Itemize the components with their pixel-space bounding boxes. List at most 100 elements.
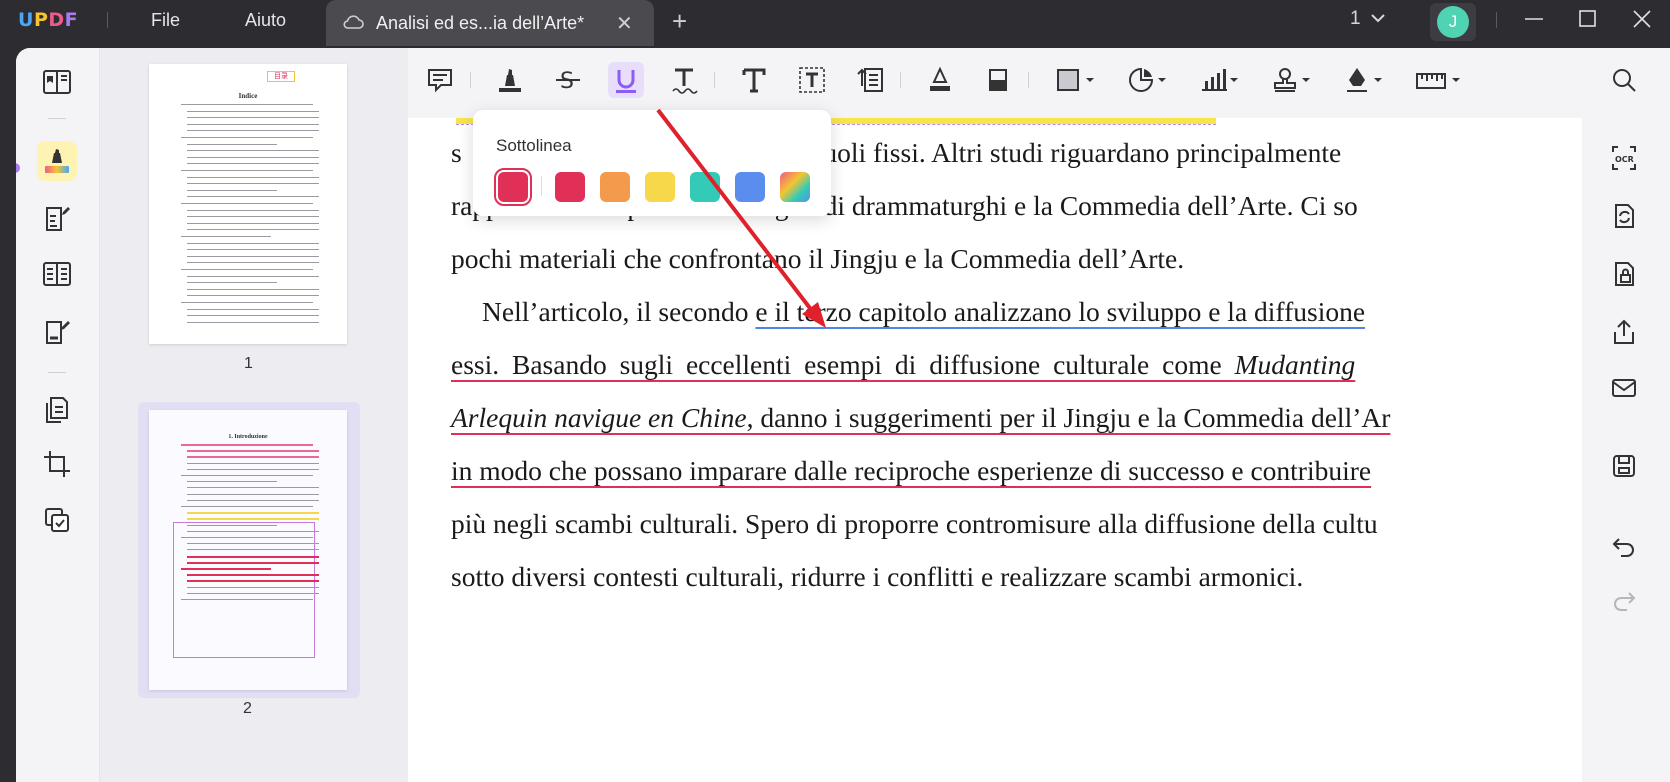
search-button[interactable] — [1606, 62, 1642, 98]
stamp-icon — [1274, 68, 1310, 92]
crop-button[interactable] — [37, 444, 77, 484]
thumbnail-line — [181, 599, 313, 600]
underline-color-popup: Sottolinea — [473, 110, 831, 216]
document-page[interactable]: s dei ruoli fissi. Altri studi riguardano… — [408, 118, 1582, 782]
underline-blue-annotation[interactable]: e il terzo capitolo analizzano lo svilup… — [755, 296, 1365, 327]
thumbnail-line — [187, 321, 319, 323]
color-swatch-teal[interactable] — [690, 172, 720, 202]
eraser-tool[interactable] — [980, 62, 1016, 98]
thumbnail-line — [187, 499, 319, 501]
thumbnail-line — [181, 537, 313, 538]
menu-help[interactable]: Aiuto — [245, 10, 286, 31]
avatar[interactable]: J — [1430, 3, 1476, 41]
share-button[interactable] — [1606, 314, 1642, 350]
color-swatch-yellow[interactable] — [645, 172, 675, 202]
color-swatch-red[interactable] — [555, 172, 585, 202]
thumbnail-line — [181, 104, 313, 105]
highlighter-icon — [45, 149, 69, 173]
thumbnail-line — [187, 295, 319, 297]
color-swatch-custom[interactable] — [780, 172, 810, 202]
organize-pages-button[interactable] — [37, 390, 77, 430]
thumbnail-line — [187, 123, 319, 125]
comment-tool[interactable] — [422, 62, 458, 98]
thumbnail-line — [187, 262, 319, 264]
underline-red-annotation[interactable]: Arlequin navigue en Chine — [451, 402, 747, 433]
maximize-icon[interactable] — [1576, 7, 1600, 31]
comment-mode-button[interactable] — [37, 141, 77, 181]
thumbnail-line — [187, 555, 319, 558]
ocr-button[interactable]: OCR — [1606, 140, 1642, 176]
ocr-icon: OCR — [1612, 146, 1636, 170]
thumbnail-line — [187, 196, 319, 198]
page-indicator[interactable]: 1 — [1350, 8, 1361, 30]
strikethrough-tool[interactable]: S — [550, 62, 586, 98]
thumbnail-line — [187, 493, 319, 495]
thumbnail-line — [187, 481, 277, 483]
textbox-icon — [799, 67, 825, 93]
chevron-down-icon[interactable] — [1370, 12, 1386, 24]
strikethrough-icon: S — [556, 69, 580, 94]
thumbnail-line — [187, 580, 319, 583]
reader-mode-button[interactable] — [37, 62, 77, 102]
protect-icon — [1615, 262, 1634, 286]
undo-icon — [1612, 538, 1634, 557]
underline-tool[interactable] — [608, 62, 644, 98]
document-tab[interactable]: Analisi ed es...ia dell’Arte* ✕ — [326, 0, 654, 46]
form-icon — [46, 321, 70, 344]
menu-file[interactable]: File — [151, 10, 180, 31]
form-mode-button[interactable] — [37, 312, 77, 352]
text-line-8: più negli scambi culturali. Spero di pro… — [451, 508, 1378, 539]
shape-tool[interactable] — [1052, 62, 1102, 98]
minimize-icon[interactable] — [1522, 7, 1546, 31]
thumbnail-line — [187, 176, 319, 178]
new-tab-button[interactable]: + — [672, 6, 687, 37]
page-mode-button[interactable] — [37, 254, 77, 294]
undo-button[interactable] — [1606, 528, 1642, 564]
color-swatch-current[interactable] — [494, 168, 532, 206]
edit-mode-button[interactable] — [37, 199, 77, 239]
stamp-tool[interactable] — [1268, 62, 1318, 98]
email-button[interactable] — [1606, 370, 1642, 406]
underline-red-annotation[interactable]: Mudanting — [1235, 349, 1356, 380]
text-fragment: Nell’articolo, il secondo — [482, 296, 749, 327]
shape-icon — [1057, 69, 1094, 91]
underline-red-annotation[interactable]: essi. Basando sugli eccellenti esempi di… — [451, 349, 1235, 380]
squiggly-tool[interactable] — [666, 62, 702, 98]
protect-button[interactable] — [1606, 256, 1642, 292]
save-button[interactable] — [1606, 448, 1642, 484]
thumbnail-page-2[interactable]: 1. Introduzione — [149, 410, 347, 690]
color-swatch-orange[interactable] — [600, 172, 630, 202]
signature-tool[interactable] — [1340, 62, 1390, 98]
thumbnail-line — [187, 117, 319, 119]
pencil-tool[interactable] — [922, 62, 958, 98]
edit-pdf-icon — [46, 207, 70, 231]
squiggly-icon — [672, 68, 698, 94]
thumbnail-line — [187, 163, 319, 165]
batch-button[interactable] — [37, 500, 77, 540]
organize-icon — [43, 262, 71, 286]
text-callout-tool[interactable] — [852, 62, 888, 98]
close-tab-icon[interactable]: ✕ — [616, 11, 633, 36]
thumbnail-page-1[interactable]: 目录 Indice — [149, 64, 347, 344]
text-line-7: in modo che possano imparare dalle recip… — [451, 455, 1371, 487]
sticker-tool[interactable] — [1124, 62, 1174, 98]
color-swatch-blue[interactable] — [735, 172, 765, 202]
chart-icon — [1202, 69, 1238, 91]
redo-button[interactable] — [1606, 582, 1642, 618]
layers-icon — [45, 508, 69, 532]
chart-tool[interactable] — [1196, 62, 1246, 98]
thumbnail-line — [187, 255, 319, 257]
highlight-tool[interactable] — [492, 62, 528, 98]
measure-tool[interactable] — [1412, 62, 1468, 98]
thumbnail-line — [181, 302, 313, 303]
text-tool[interactable] — [736, 62, 772, 98]
thumbnail-line — [187, 242, 319, 244]
thumbnail-line — [187, 143, 277, 145]
close-window-icon[interactable] — [1630, 7, 1654, 31]
underline-red-annotation[interactable]: in modo che possano imparare dalle recip… — [451, 455, 1371, 486]
active-indicator — [16, 163, 20, 173]
measure-icon — [1416, 73, 1460, 89]
underline-red-annotation[interactable]: , danno i suggerimenti per il Jingju e l… — [747, 402, 1391, 433]
textbox-tool[interactable] — [794, 62, 830, 98]
convert-button[interactable] — [1606, 198, 1642, 234]
